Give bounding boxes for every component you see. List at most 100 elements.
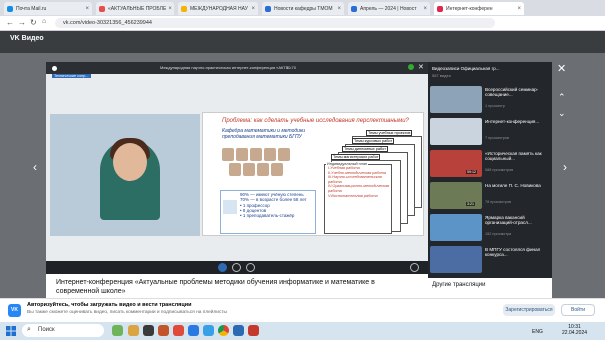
tab-favicon-icon <box>437 5 443 12</box>
sidebar-video[interactable]: В МПГУ состоялся финал конкурса... <box>430 246 550 274</box>
sidebar-video-title: В МПГУ состоялся финал конкурса... <box>485 247 541 258</box>
video-thumbnail <box>430 214 482 241</box>
speaker-face <box>113 143 147 181</box>
tab-label: Интернет-конферен <box>446 5 493 12</box>
tab-favicon-icon <box>99 5 105 12</box>
word-icon[interactable] <box>233 325 244 336</box>
chevron-down-icon[interactable]: ⌄ <box>558 108 566 119</box>
sidebar-video[interactable]: Всероссийский семинар-совещание... 1 прос… <box>430 86 550 114</box>
login-button[interactable]: Войти <box>561 304 595 316</box>
windows-start-icon[interactable] <box>6 326 16 336</box>
card-label: Темы курсовых работ <box>352 138 395 144</box>
explorer-icon[interactable] <box>128 325 139 336</box>
browser-tab[interactable]: Интернет-конферен × <box>434 2 524 15</box>
reload-icon[interactable]: ↻ <box>30 18 37 27</box>
browser-tab[interactable]: Новости кафедры ТМОМ × <box>262 2 344 15</box>
prev-video-icon[interactable]: ‹ <box>33 160 37 174</box>
register-button[interactable]: Зарегистрироваться <box>503 304 555 316</box>
sidebar-video-title: Всероссийский семинар-совещание... <box>485 87 539 98</box>
browser-tab[interactable]: Почта Mail.ru × <box>4 2 92 15</box>
sidebar-video[interactable]: На могиле П. С. Новикова 78 просмотров 3:2… <box>430 182 550 210</box>
like-icon[interactable] <box>218 263 227 272</box>
watermark: Активация Windows <box>430 286 495 293</box>
vk-header <box>0 31 605 53</box>
next-video-icon[interactable]: › <box>563 160 567 174</box>
sidebar-video-meta: 152 просмотра <box>485 232 512 236</box>
photo <box>264 148 276 161</box>
video-duration: 3:21 <box>466 202 475 206</box>
tab-label: Почта Mail.ru <box>16 5 47 12</box>
card-label: Темы дипломных работ <box>342 146 388 152</box>
tab-close-icon[interactable]: × <box>421 6 427 12</box>
tab-close-icon[interactable]: × <box>515 6 521 12</box>
chevron-up-icon[interactable]: ⌃ <box>558 92 566 103</box>
sidebar-video[interactable]: Интернет-конференция... 7 просмотров <box>430 118 550 146</box>
sidebar-video-title: Интернет-конференция... <box>485 119 540 124</box>
sidebar-video-title: Ярмарка вакансий организаций-отрасл... <box>485 215 532 226</box>
banner-title: Авторизуйтесь, чтобы загружать видео и в… <box>27 302 192 308</box>
back-icon[interactable]: ← <box>6 18 14 27</box>
plan-item: V.Воспитательная работа <box>328 193 378 198</box>
plan-item: IV.Организационно-методическая работа <box>328 184 390 193</box>
sidebar-video-meta: 588 просмотров <box>485 168 514 172</box>
photo <box>257 163 269 176</box>
photo <box>250 148 262 161</box>
tab-close-icon[interactable]: × <box>166 6 172 12</box>
more-icon[interactable] <box>410 263 419 272</box>
tab-label: Новости кафедры ТМОМ <box>274 5 333 12</box>
plan-item: III.Научно-исследовательская работа <box>328 175 382 184</box>
browser-tab[interactable]: МЕЖДУНАРОДНАЯ НАУ × <box>178 2 258 15</box>
video-thumbnail <box>430 118 482 145</box>
sidebar-video[interactable]: Ярмарка вакансий организаций-отрасл... 15… <box>430 214 550 242</box>
mail-icon[interactable] <box>188 325 199 336</box>
close-icon[interactable]: ✕ <box>557 62 566 75</box>
slide-subtitle: Кафедра математики и методики преподаван… <box>222 128 306 140</box>
tab-close-icon[interactable]: × <box>335 6 341 12</box>
app-icon[interactable] <box>173 325 184 336</box>
tab-close-icon[interactable]: × <box>83 6 89 12</box>
url-field[interactable]: vk.com/video-30321356_456239944 <box>55 18 495 28</box>
sidebar-subheader: 587 видео <box>432 73 451 78</box>
close-player-icon[interactable]: ✕ <box>418 63 424 71</box>
browser-tab[interactable]: Апрель — 2024 | Новост × <box>348 2 430 15</box>
browser-tab[interactable]: «АКТУАЛЬНЫЕ ПРОБЛЕ × <box>96 2 174 15</box>
powerpoint-icon[interactable] <box>248 325 259 336</box>
sidebar-header[interactable]: Видеозаписи Официальная гр... <box>432 66 499 71</box>
widget-icon[interactable] <box>112 325 123 336</box>
sidebar-video-meta: 7 просмотров <box>485 136 509 140</box>
stats-list: 90% — имеют учёную степень 70% — в возра… <box>240 192 307 218</box>
photo <box>278 148 290 161</box>
home-icon[interactable]: ⌂ <box>42 18 46 25</box>
channel-avatar <box>52 66 57 71</box>
video-thumbnail <box>430 86 482 113</box>
telegram-icon[interactable] <box>203 325 214 336</box>
video-title: Интернет-конференция «Актуальные проблем… <box>56 279 375 295</box>
photo <box>236 148 248 161</box>
photo <box>271 163 283 176</box>
stat-line: 70% — в возрасте более 58 лет <box>240 197 307 203</box>
office-icon[interactable] <box>158 325 169 336</box>
tab-close-icon[interactable]: × <box>249 6 255 12</box>
taskbar-search[interactable]: Поиск <box>22 324 104 337</box>
share-icon[interactable] <box>246 263 255 272</box>
photo <box>222 148 234 161</box>
sidebar-video[interactable]: «Историческая память как социальный... 58… <box>430 150 550 178</box>
live-indicator-icon <box>408 64 414 70</box>
tab-favicon-icon <box>181 5 187 12</box>
chrome-icon[interactable] <box>218 325 229 336</box>
comment-icon[interactable] <box>232 263 241 272</box>
vk-logo[interactable]: VK Видео <box>10 35 44 42</box>
vk-icon: VK <box>8 304 21 317</box>
language-indicator[interactable]: ENG <box>532 329 543 335</box>
sidebar-video-title: На могиле П. С. Новикова <box>485 183 541 188</box>
search-icon: ⌕ <box>27 326 31 333</box>
task-view-icon[interactable] <box>143 325 154 336</box>
sidebar-video-meta: 78 просмотров <box>485 200 512 204</box>
video-duration: 59:12 <box>466 170 477 174</box>
tab-label: «АКТУАЛЬНЫЕ ПРОБЛЕ <box>108 5 167 12</box>
stat-line: • 1 преподаватель-стажёр <box>240 213 295 219</box>
clock[interactable]: 10:31 22.04.2024 <box>562 324 587 336</box>
tab-favicon-icon <box>351 5 357 12</box>
tab-favicon-icon <box>7 5 13 12</box>
forward-icon[interactable]: → <box>18 18 26 27</box>
